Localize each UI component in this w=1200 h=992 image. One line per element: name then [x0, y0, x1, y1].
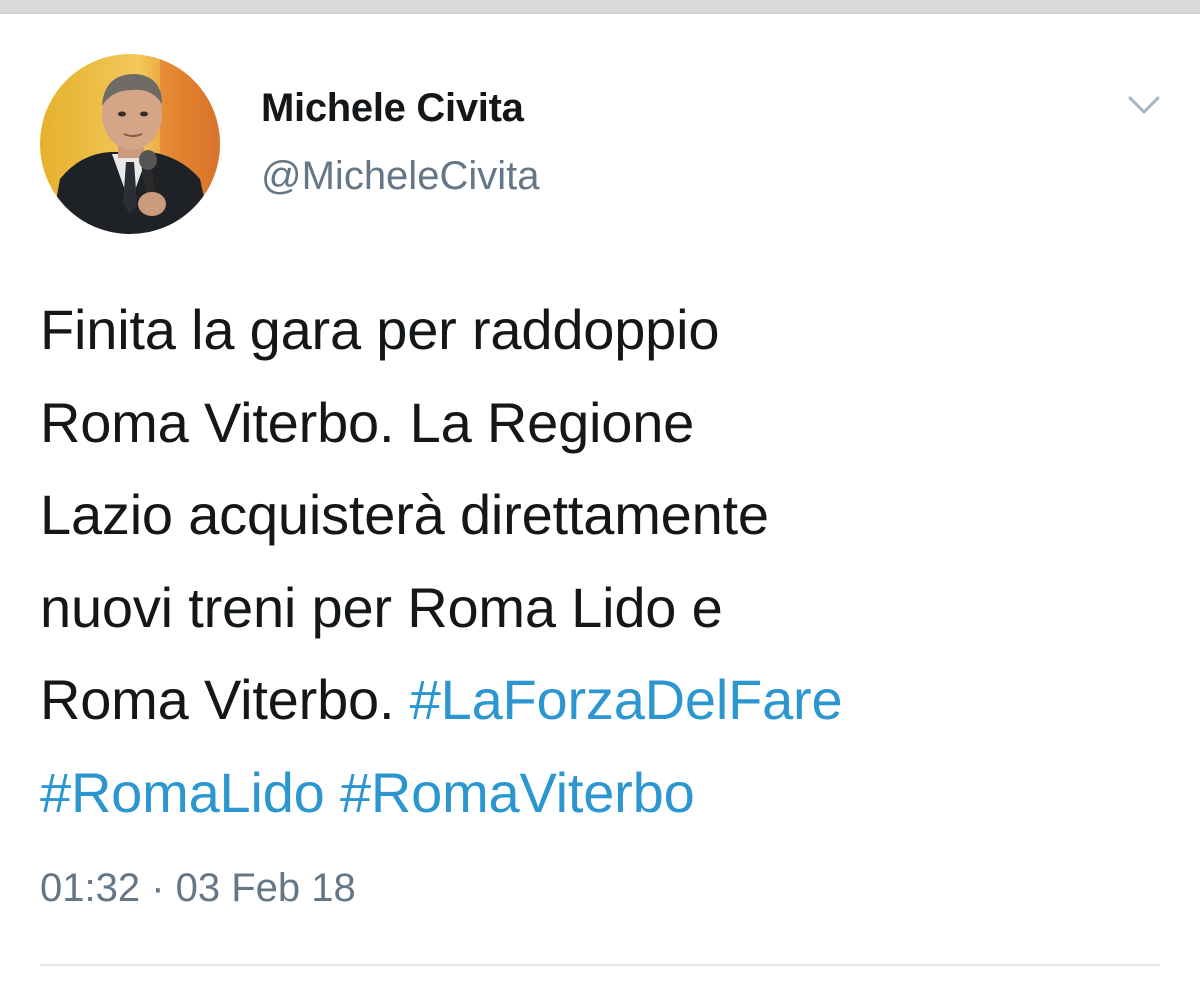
hashtag-link[interactable]: #RomaViterbo — [340, 761, 695, 824]
tweet-card[interactable]: Michele Civita @MicheleCivita Finita la … — [0, 14, 1200, 992]
hashtag-line: #RomaLido #RomaViterbo — [40, 747, 1160, 840]
author-handle[interactable]: @MicheleCivita — [261, 154, 539, 199]
avatar[interactable] — [40, 54, 220, 234]
tweet-line: Roma Viterbo. La Regione — [40, 390, 695, 454]
tweet-line-text: Roma Viterbo. — [40, 668, 395, 731]
tweet-timestamp[interactable]: 01:32 · 03 Feb 18 — [40, 866, 356, 911]
divider — [40, 964, 1160, 966]
profile-photo — [40, 54, 220, 234]
tweet-line: Finita la gara per raddoppio — [40, 298, 720, 361]
hashtag-link[interactable]: #LaForzaDelFare — [410, 668, 843, 731]
chevron-down-icon[interactable] — [1124, 90, 1164, 120]
tweet-line-last: Roma Viterbo. #LaForzaDelFare — [40, 654, 1160, 747]
author-name[interactable]: Michele Civita — [261, 86, 524, 131]
tweet-text: Finita la gara per raddoppio Roma Viterb… — [40, 284, 1160, 839]
tweet-line: nuovi treni per Roma Lido e — [40, 575, 723, 639]
top-bar — [0, 0, 1200, 14]
hashtag-link[interactable]: #RomaLido — [40, 761, 325, 824]
tweet-line: Lazio acquisterà direttamente — [40, 483, 769, 546]
